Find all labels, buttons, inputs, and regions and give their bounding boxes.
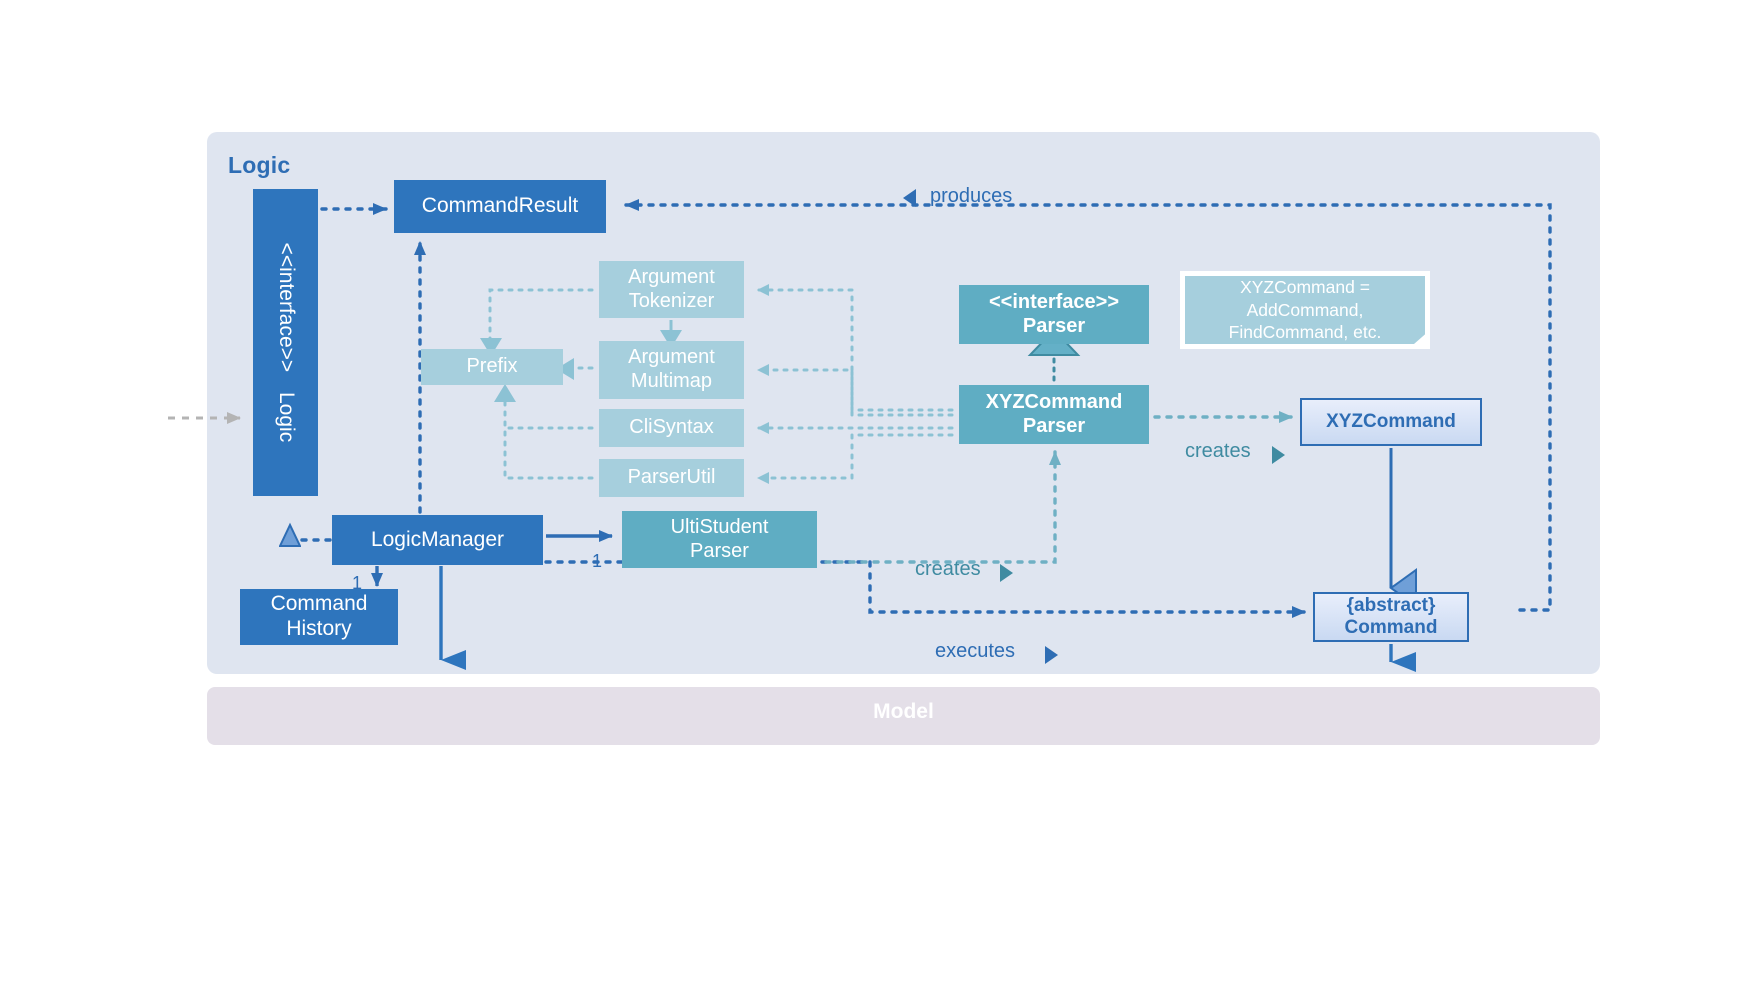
class-argument-multimap-line2: Multimap [630,370,713,392]
class-abstract-command[interactable]: {abstract} Command [1313,592,1469,642]
package-model-label: Model [873,700,934,723]
class-commandhistory-line1: Command [270,592,368,616]
label-produces: produces [930,185,1013,207]
multiplicity-commandhistory: 1 [352,573,363,593]
class-logic-interface-text: <<interface>> Logic [273,243,298,443]
class-parser-stereotype: <<interface>> [988,290,1120,313]
label-creates-command: creates [1185,440,1251,462]
class-parserutil-label: ParserUtil [627,466,716,489]
class-prefix-label: Prefix [466,355,518,378]
diagram-canvas: Logic Model <<interface>> Logic CommandR… [0,0,1762,994]
class-logicmanager-label: LogicManager [370,527,505,551]
note-xyzcommand: XYZCommand = AddCommand, FindCommand, et… [1180,271,1430,349]
package-logic-label: Logic [228,152,291,178]
creates-parser-direction-icon [1000,564,1013,582]
multiplicity-ultistudentparser: 1 [592,551,603,571]
class-commandhistory-line2: History [286,617,352,640]
class-ultistudentparser-line2: Parser [690,539,749,562]
note-line2: AddCommand, [1246,299,1364,320]
class-commandresult-label: CommandResult [421,194,579,218]
class-prefix[interactable]: Prefix [421,349,563,385]
class-abstract-command-name: Command [1344,617,1438,638]
stereotype-label: <<interface>> [274,242,298,373]
class-argument-multimap[interactable]: Argument Multimap [599,341,744,399]
class-argument-tokenizer-line2: Tokenizer [628,289,715,312]
class-parserutil[interactable]: ParserUtil [599,459,744,497]
class-argument-tokenizer[interactable]: Argument Tokenizer [599,261,744,318]
produces-direction-icon [903,189,916,207]
class-xyzcommand-label: XYZCommand [1326,410,1456,432]
class-abstract-command-stereotype: {abstract} [1346,594,1436,616]
label-executes: executes [935,640,1016,662]
class-ultistudentparser[interactable]: UltiStudent Parser [622,511,817,568]
class-clisyntax-label: CliSyntax [629,416,714,439]
creates-command-direction-icon [1272,446,1285,464]
class-parser-name: Parser [1022,314,1086,337]
class-commandhistory[interactable]: Command History [240,589,398,645]
class-logicmanager[interactable]: LogicManager [332,515,543,565]
class-argument-multimap-line1: Argument [628,346,715,369]
class-parser-interface[interactable]: <<interface>> Parser [959,285,1149,344]
class-ultistudentparser-line1: UltiStudent [670,515,769,538]
class-xyzcommand[interactable]: XYZCommand [1300,398,1482,446]
class-commandresult[interactable]: CommandResult [394,180,606,233]
class-argument-tokenizer-line1: Argument [628,265,715,288]
executes-direction-icon [1045,646,1058,664]
note-line3: FindCommand, etc. [1228,322,1382,343]
label-creates-parser: creates [915,558,981,580]
note-line1: XYZCommand = [1240,277,1370,298]
class-xyzcommandparser-line2: Parser [1022,414,1086,437]
class-logic-interface[interactable]: <<interface>> Logic [253,189,318,496]
class-xyzcommandparser-line1: XYZCommand [985,390,1123,413]
class-xyzcommandparser[interactable]: XYZCommand Parser [959,385,1149,444]
class-name-label: Logic [274,392,298,443]
class-clisyntax[interactable]: CliSyntax [599,409,744,447]
